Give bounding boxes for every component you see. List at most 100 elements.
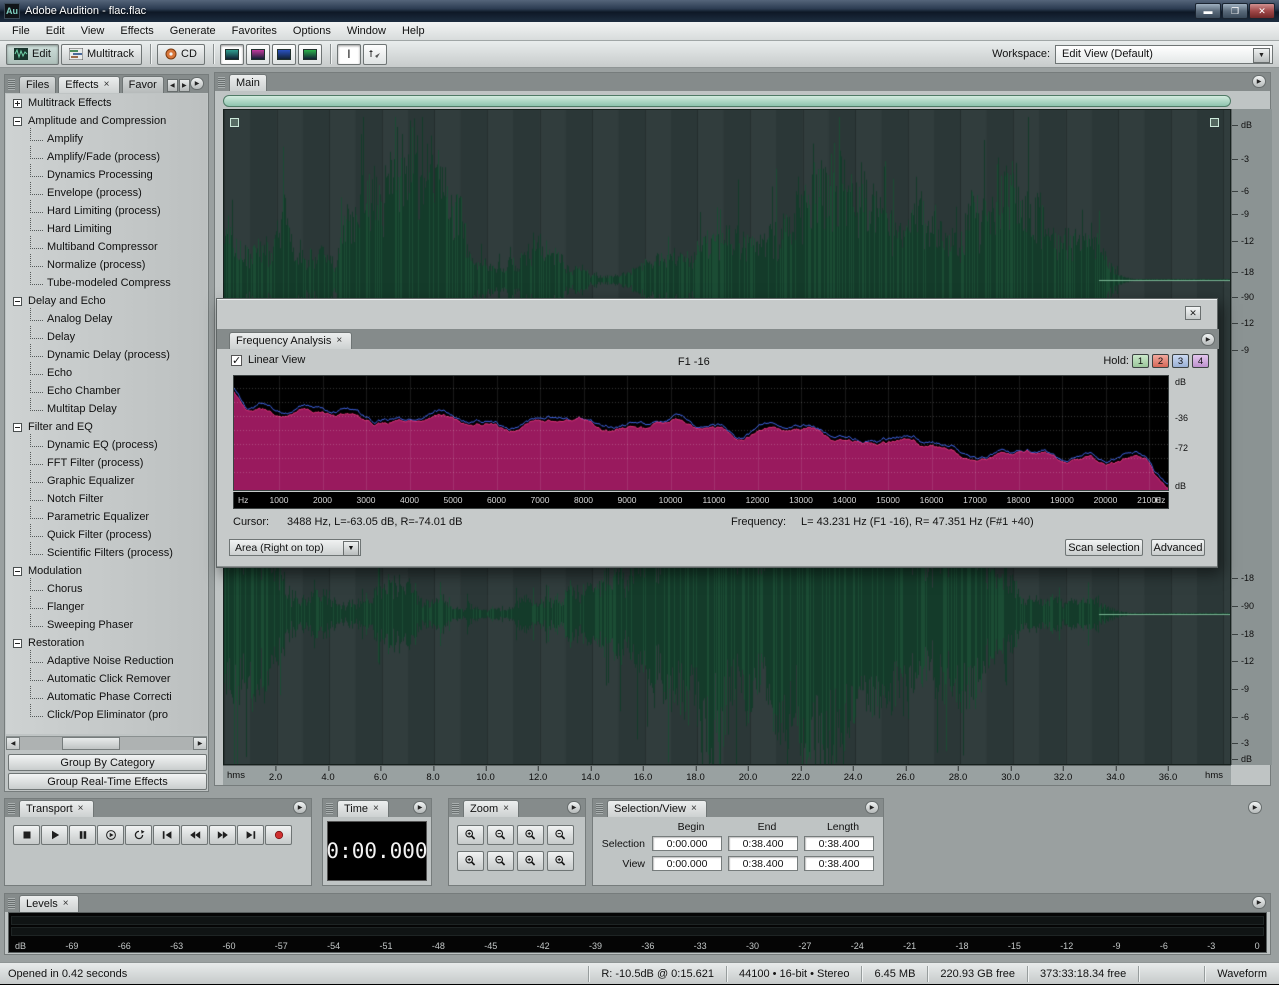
zoom-in-full-button[interactable] — [517, 825, 544, 845]
panel-grip[interactable] — [8, 898, 15, 909]
play-button[interactable] — [41, 825, 68, 845]
menu-options[interactable]: Options — [285, 22, 339, 40]
frequency-window-close-icon[interactable]: ✕ — [1185, 306, 1201, 320]
edit-view-button[interactable]: Edit — [6, 44, 59, 65]
panel-grip[interactable] — [218, 77, 225, 88]
tree-expander-icon[interactable] — [13, 639, 22, 648]
tab-effects[interactable]: Effects — [58, 76, 119, 93]
zoom-in-horizontal-button[interactable] — [457, 825, 484, 845]
minimize-button[interactable]: ▬ — [1195, 3, 1221, 19]
rewind-button[interactable] — [181, 825, 208, 845]
scroll-right-arrow[interactable]: ▶ — [193, 737, 207, 750]
close-button[interactable]: ✕ — [1249, 3, 1275, 19]
close-time-tab[interactable] — [373, 805, 382, 814]
go-to-beginning-button[interactable] — [153, 825, 180, 845]
close-levels-tab[interactable] — [63, 900, 72, 909]
effect-item-multitap-delay[interactable]: Multitap Delay — [6, 400, 207, 418]
selection-handle-right[interactable] — [1210, 118, 1219, 127]
hold-1-button[interactable]: 1 — [1132, 354, 1149, 368]
menu-effects[interactable]: Effects — [112, 22, 161, 40]
zoom-in-vertical-button[interactable] — [457, 851, 484, 871]
zoom-to-selection-button[interactable] — [547, 825, 574, 845]
tab-files[interactable]: Files — [19, 76, 56, 93]
play-from-cursor-button[interactable] — [97, 825, 124, 845]
effect-item-scientific-filters-process[interactable]: Scientific Filters (process) — [6, 544, 207, 562]
time-selection-tool-button[interactable]: I — [337, 44, 361, 65]
hold-2-button[interactable]: 2 — [1152, 354, 1169, 368]
horizontal-zoom-scrollbar[interactable] — [223, 95, 1231, 107]
tree-expander-icon[interactable] — [13, 567, 22, 576]
scan-selection-button[interactable]: Scan selection — [1065, 539, 1143, 556]
fast-forward-button[interactable] — [209, 825, 236, 845]
tab-transport[interactable]: Transport — [19, 800, 94, 817]
tree-expander-icon[interactable] — [13, 99, 22, 108]
tab-main[interactable]: Main — [229, 74, 267, 91]
spectral-phase-view-button[interactable] — [298, 44, 322, 65]
close-selection-view-tab[interactable] — [691, 805, 700, 814]
pause-button[interactable] — [69, 825, 96, 845]
effects-panel-menu-button[interactable] — [190, 77, 204, 90]
tree-expander-icon[interactable] — [13, 423, 22, 432]
group-real-time-effects-button[interactable]: Group Real-Time Effects — [8, 773, 207, 790]
menu-file[interactable]: File — [4, 22, 38, 40]
tab-favor[interactable]: Favor — [122, 76, 164, 93]
frequency-panel-menu-button[interactable] — [1201, 333, 1215, 346]
level-meters[interactable]: dB-69-66-63-60-57-54-51-48-45-42-39-36-3… — [8, 912, 1267, 953]
multitrack-view-button[interactable]: Multitrack — [61, 44, 142, 65]
selection-view-panel-menu-button[interactable] — [865, 801, 879, 814]
close-transport-tab[interactable] — [78, 805, 87, 814]
zoom-out-vertical-button[interactable] — [487, 851, 514, 871]
spectral-pan-view-button[interactable] — [272, 44, 296, 65]
panel-grip[interactable] — [452, 803, 459, 814]
zoom-panel-menu-button[interactable] — [567, 801, 581, 814]
hold-4-button[interactable]: 4 — [1192, 354, 1209, 368]
effect-item-sweeping-phaser[interactable]: Sweeping Phaser — [6, 616, 207, 634]
close-effects-tab[interactable] — [104, 81, 113, 90]
panel-grip[interactable] — [8, 79, 15, 90]
zoom-out-horizontal-button[interactable] — [487, 825, 514, 845]
panel-grip[interactable] — [596, 803, 603, 814]
graph-style-dropdown[interactable]: Area (Right on top) — [229, 539, 361, 556]
menu-edit[interactable]: Edit — [38, 22, 73, 40]
group-by-category-button[interactable]: Group By Category — [8, 754, 207, 771]
tree-expander-icon[interactable] — [13, 297, 22, 306]
effects-group-multitrack-effects[interactable]: Multitrack Effects — [6, 94, 207, 112]
linear-view-checkbox[interactable]: Linear View — [231, 354, 305, 366]
tab-scroll-right[interactable]: ▶ — [179, 79, 190, 92]
scroll-thumb[interactable] — [62, 737, 120, 750]
spectral-frequency-view-button[interactable] — [246, 44, 270, 65]
scroll-left-arrow[interactable]: ◀ — [6, 737, 20, 750]
panel-grip[interactable] — [326, 803, 333, 814]
view-end-field[interactable]: 0:38.400 — [728, 856, 798, 871]
loop-play-button[interactable] — [125, 825, 152, 845]
selection-handle-left[interactable] — [230, 118, 239, 127]
cd-view-button[interactable]: CD — [157, 44, 205, 65]
selection-begin-field[interactable]: 0:00.000 — [652, 836, 722, 851]
timeline-ruler[interactable]: hms hms 2.04.06.08.010.012.014.016.018.0… — [223, 765, 1231, 785]
dock-area-menu-button[interactable] — [1248, 801, 1262, 814]
amplitude-ruler[interactable]: dB-3-6-9-12-18-90-12-9-18-90-18-12-9-6-3… — [1231, 109, 1272, 765]
menu-generate[interactable]: Generate — [162, 22, 224, 40]
close-zoom-tab[interactable] — [503, 805, 512, 814]
effects-tree-hscrollbar[interactable]: ◀ ▶ — [6, 736, 207, 750]
zoom-selection-left-button[interactable] — [517, 851, 544, 871]
waveform-view-button[interactable] — [220, 44, 244, 65]
workspace-select[interactable]: Edit View (Default) — [1055, 45, 1273, 64]
record-button[interactable] — [265, 825, 292, 845]
tab-frequency-analysis[interactable]: Frequency Analysis — [229, 332, 352, 349]
selection-length-field[interactable]: 0:38.400 — [804, 836, 874, 851]
menu-favorites[interactable]: Favorites — [224, 22, 285, 40]
tab-levels[interactable]: Levels — [19, 895, 79, 912]
tab-time[interactable]: Time — [337, 800, 389, 817]
menu-view[interactable]: View — [73, 22, 113, 40]
view-begin-field[interactable]: 0:00.000 — [652, 856, 722, 871]
view-length-field[interactable]: 0:38.400 — [804, 856, 874, 871]
levels-panel-menu-button[interactable] — [1252, 896, 1266, 909]
tab-zoom[interactable]: Zoom — [463, 800, 519, 817]
tab-scroll-left[interactable]: ◀ — [167, 79, 178, 92]
close-frequency-analysis-tab[interactable] — [336, 337, 345, 346]
selection-end-field[interactable]: 0:38.400 — [728, 836, 798, 851]
advanced-button[interactable]: Advanced — [1151, 539, 1205, 556]
tree-expander-icon[interactable] — [13, 117, 22, 126]
menu-help[interactable]: Help — [394, 22, 433, 40]
